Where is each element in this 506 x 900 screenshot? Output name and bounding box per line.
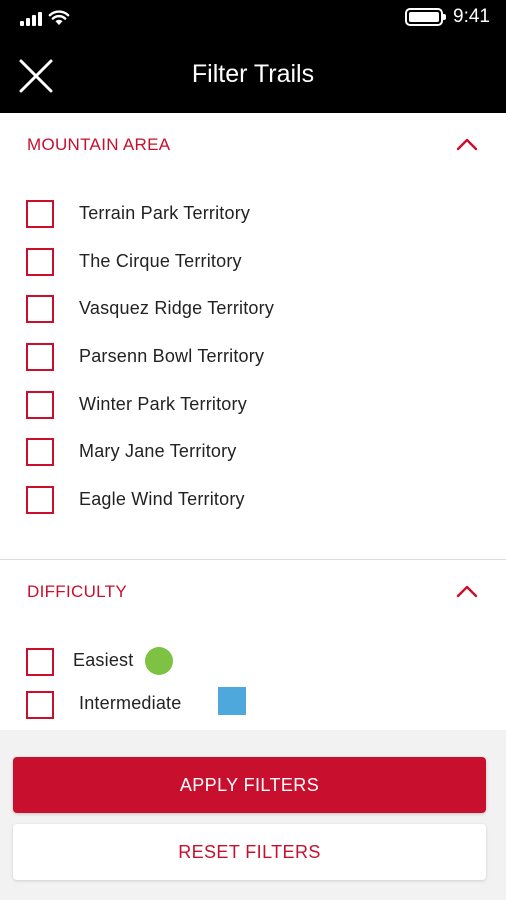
- mountain-area-header[interactable]: MOUNTAIN AREA: [0, 113, 506, 175]
- chevron-up-icon[interactable]: [456, 584, 478, 598]
- option-vasquez-ridge[interactable]: Vasquez Ridge Territory: [0, 285, 506, 333]
- cellular-signal-icon: [20, 12, 42, 26]
- option-the-cirque[interactable]: The Cirque Territory: [0, 238, 506, 286]
- option-label: Vasquez Ridge Territory: [79, 298, 275, 319]
- apply-filters-button[interactable]: APPLY FILTERS: [13, 757, 486, 813]
- option-label: Terrain Park Territory: [79, 203, 251, 223]
- reset-filters-button[interactable]: RESET FILTERS: [13, 824, 486, 880]
- difficulty-section: DIFFICULTY Easiest Intermediate: [0, 560, 506, 719]
- option-label: Eagle Wind Territory: [79, 489, 245, 510]
- option-intermediate[interactable]: Intermediate: [0, 687, 506, 730]
- option-label: Intermediate: [79, 693, 182, 713]
- checkbox[interactable]: [26, 648, 54, 676]
- mountain-area-options: Terrain Park Territory The Cirque Territ…: [0, 190, 506, 524]
- filter-content[interactable]: MOUNTAIN AREA Terrain Park Territory The…: [0, 113, 506, 730]
- footer-actions: APPLY FILTERS RESET FILTERS: [0, 730, 506, 900]
- option-parsenn-bowl[interactable]: Parsenn Bowl Territory: [0, 333, 506, 381]
- checkbox[interactable]: [26, 200, 54, 228]
- option-terrain-park[interactable]: Terrain Park Territory: [0, 190, 506, 238]
- option-label: Winter Park Territory: [79, 393, 247, 414]
- chevron-up-icon[interactable]: [456, 137, 478, 151]
- option-eagle-wind[interactable]: Eagle Wind Territory: [0, 476, 506, 524]
- option-label: Easiest: [73, 650, 134, 670]
- option-label: The Cirque Territory: [79, 250, 242, 271]
- status-left: [20, 10, 70, 26]
- option-mary-jane[interactable]: Mary Jane Territory: [0, 428, 506, 476]
- checkbox[interactable]: [26, 486, 54, 515]
- difficulty-options: Easiest Intermediate: [0, 644, 506, 730]
- checkbox[interactable]: [26, 295, 54, 324]
- option-label: Mary Jane Territory: [79, 441, 237, 462]
- mountain-area-title: MOUNTAIN AREA: [27, 135, 171, 154]
- status-bar: 9:41: [0, 0, 506, 38]
- difficulty-title: DIFFICULTY: [27, 582, 127, 601]
- checkbox[interactable]: [26, 390, 54, 419]
- status-right: 9:41: [405, 6, 490, 28]
- checkbox[interactable]: [26, 438, 54, 467]
- battery-icon: [405, 8, 447, 26]
- option-label: Parsenn Bowl Territory: [79, 346, 265, 367]
- checkbox[interactable]: [26, 691, 54, 719]
- nav-bar: Filter Trails: [0, 38, 506, 113]
- status-time: 9:41: [453, 6, 490, 27]
- checkbox[interactable]: [26, 343, 54, 372]
- green-circle-icon: [145, 647, 173, 675]
- option-winter-park[interactable]: Winter Park Territory: [0, 381, 506, 429]
- option-easiest[interactable]: Easiest: [0, 644, 506, 687]
- mountain-area-section: MOUNTAIN AREA Terrain Park Territory The…: [0, 113, 506, 515]
- checkbox[interactable]: [26, 247, 54, 276]
- page-title: Filter Trails: [191, 60, 315, 88]
- wifi-icon: [48, 10, 70, 25]
- blue-square-icon: [218, 687, 246, 715]
- difficulty-header[interactable]: DIFFICULTY: [0, 560, 506, 622]
